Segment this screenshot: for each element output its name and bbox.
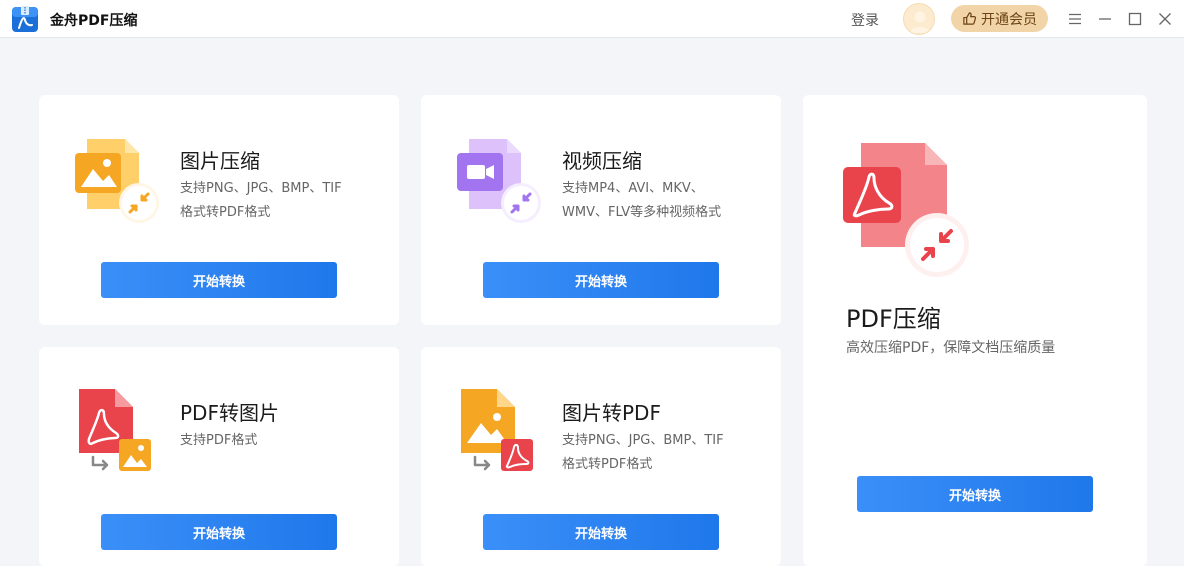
title-bar: 金舟PDF压缩 登录 开通会员 bbox=[0, 0, 1184, 38]
card-desc-line: 格式转PDF格式 bbox=[562, 457, 653, 472]
thumbs-up-icon bbox=[963, 12, 977, 25]
card-image-compress-desc: 支持PNG、JPG、BMP、TIF 格式转PDF格式 bbox=[180, 177, 342, 225]
card-desc-line: 支持PNG、JPG、BMP、TIF bbox=[562, 433, 724, 448]
card-desc-line: 支持PDF格式 bbox=[180, 433, 258, 448]
app-title: 金舟PDF压缩 bbox=[50, 13, 138, 29]
card-image-to-pdf: 图片转PDF 支持PNG、JPG、BMP、TIF 格式转PDF格式 开始转换 bbox=[421, 347, 781, 566]
card-image-to-pdf-title: 图片转PDF bbox=[562, 401, 661, 425]
maximize-icon[interactable] bbox=[1125, 9, 1145, 29]
card-desc-line: 支持PNG、JPG、BMP、TIF bbox=[180, 181, 342, 196]
pdf-compress-logo-icon bbox=[12, 6, 38, 32]
video-compress-start-button[interactable]: 开始转换 bbox=[483, 262, 719, 298]
card-pdf-compress-desc: 高效压缩PDF，保障文档压缩质量 bbox=[846, 336, 1055, 360]
menu-icon[interactable] bbox=[1065, 9, 1085, 29]
card-desc-line: 支持MP4、AVI、MKV、 bbox=[562, 181, 704, 196]
card-pdf-to-image-title: PDF转图片 bbox=[180, 401, 279, 425]
card-pdf-to-image: PDF转图片 支持PDF格式 开始转换 bbox=[39, 347, 399, 566]
card-video-compress-title: 视频压缩 bbox=[562, 149, 642, 173]
card-image-compress: 图片压缩 支持PNG、JPG、BMP、TIF 格式转PDF格式 开始转换 bbox=[39, 95, 399, 325]
card-pdf-compress-title: PDF压缩 bbox=[846, 305, 941, 333]
login-link[interactable]: 登录 bbox=[851, 10, 879, 30]
image-compress-start-button[interactable]: 开始转换 bbox=[101, 262, 337, 298]
card-image-compress-title: 图片压缩 bbox=[180, 149, 260, 173]
card-desc-line: 高效压缩PDF，保障文档压缩质量 bbox=[846, 340, 1056, 356]
image-to-pdf-start-button[interactable]: 开始转换 bbox=[483, 514, 719, 550]
card-pdf-compress: PDF压缩 高效压缩PDF，保障文档压缩质量 开始转换 bbox=[803, 95, 1147, 566]
user-avatar-glyph-icon bbox=[910, 11, 930, 33]
image-to-pdf-icon bbox=[461, 389, 533, 471]
card-video-compress-desc: 支持MP4、AVI、MKV、 WMV、FLV等多种视频格式 bbox=[562, 177, 721, 225]
image-compress-icon bbox=[75, 139, 159, 223]
close-icon[interactable] bbox=[1155, 9, 1175, 29]
user-avatar-icon[interactable] bbox=[903, 3, 935, 35]
card-desc-line: WMV、FLV等多种视频格式 bbox=[562, 205, 722, 220]
minimize-icon[interactable] bbox=[1095, 9, 1115, 29]
card-desc-line: 格式转PDF格式 bbox=[180, 205, 271, 220]
card-image-to-pdf-desc: 支持PNG、JPG、BMP、TIF 格式转PDF格式 bbox=[562, 429, 724, 477]
vip-button[interactable]: 开通会员 bbox=[951, 5, 1048, 32]
pdf-compress-start-button[interactable]: 开始转换 bbox=[857, 476, 1093, 512]
video-compress-icon bbox=[457, 139, 541, 223]
card-video-compress: 视频压缩 支持MP4、AVI、MKV、 WMV、FLV等多种视频格式 开始转换 bbox=[421, 95, 781, 325]
pdf-to-image-start-button[interactable]: 开始转换 bbox=[101, 514, 337, 550]
card-pdf-to-image-desc: 支持PDF格式 bbox=[180, 429, 257, 453]
pdf-to-image-icon bbox=[79, 389, 151, 471]
vip-button-label: 开通会员 bbox=[981, 11, 1037, 28]
pdf-compress-icon bbox=[843, 143, 969, 277]
